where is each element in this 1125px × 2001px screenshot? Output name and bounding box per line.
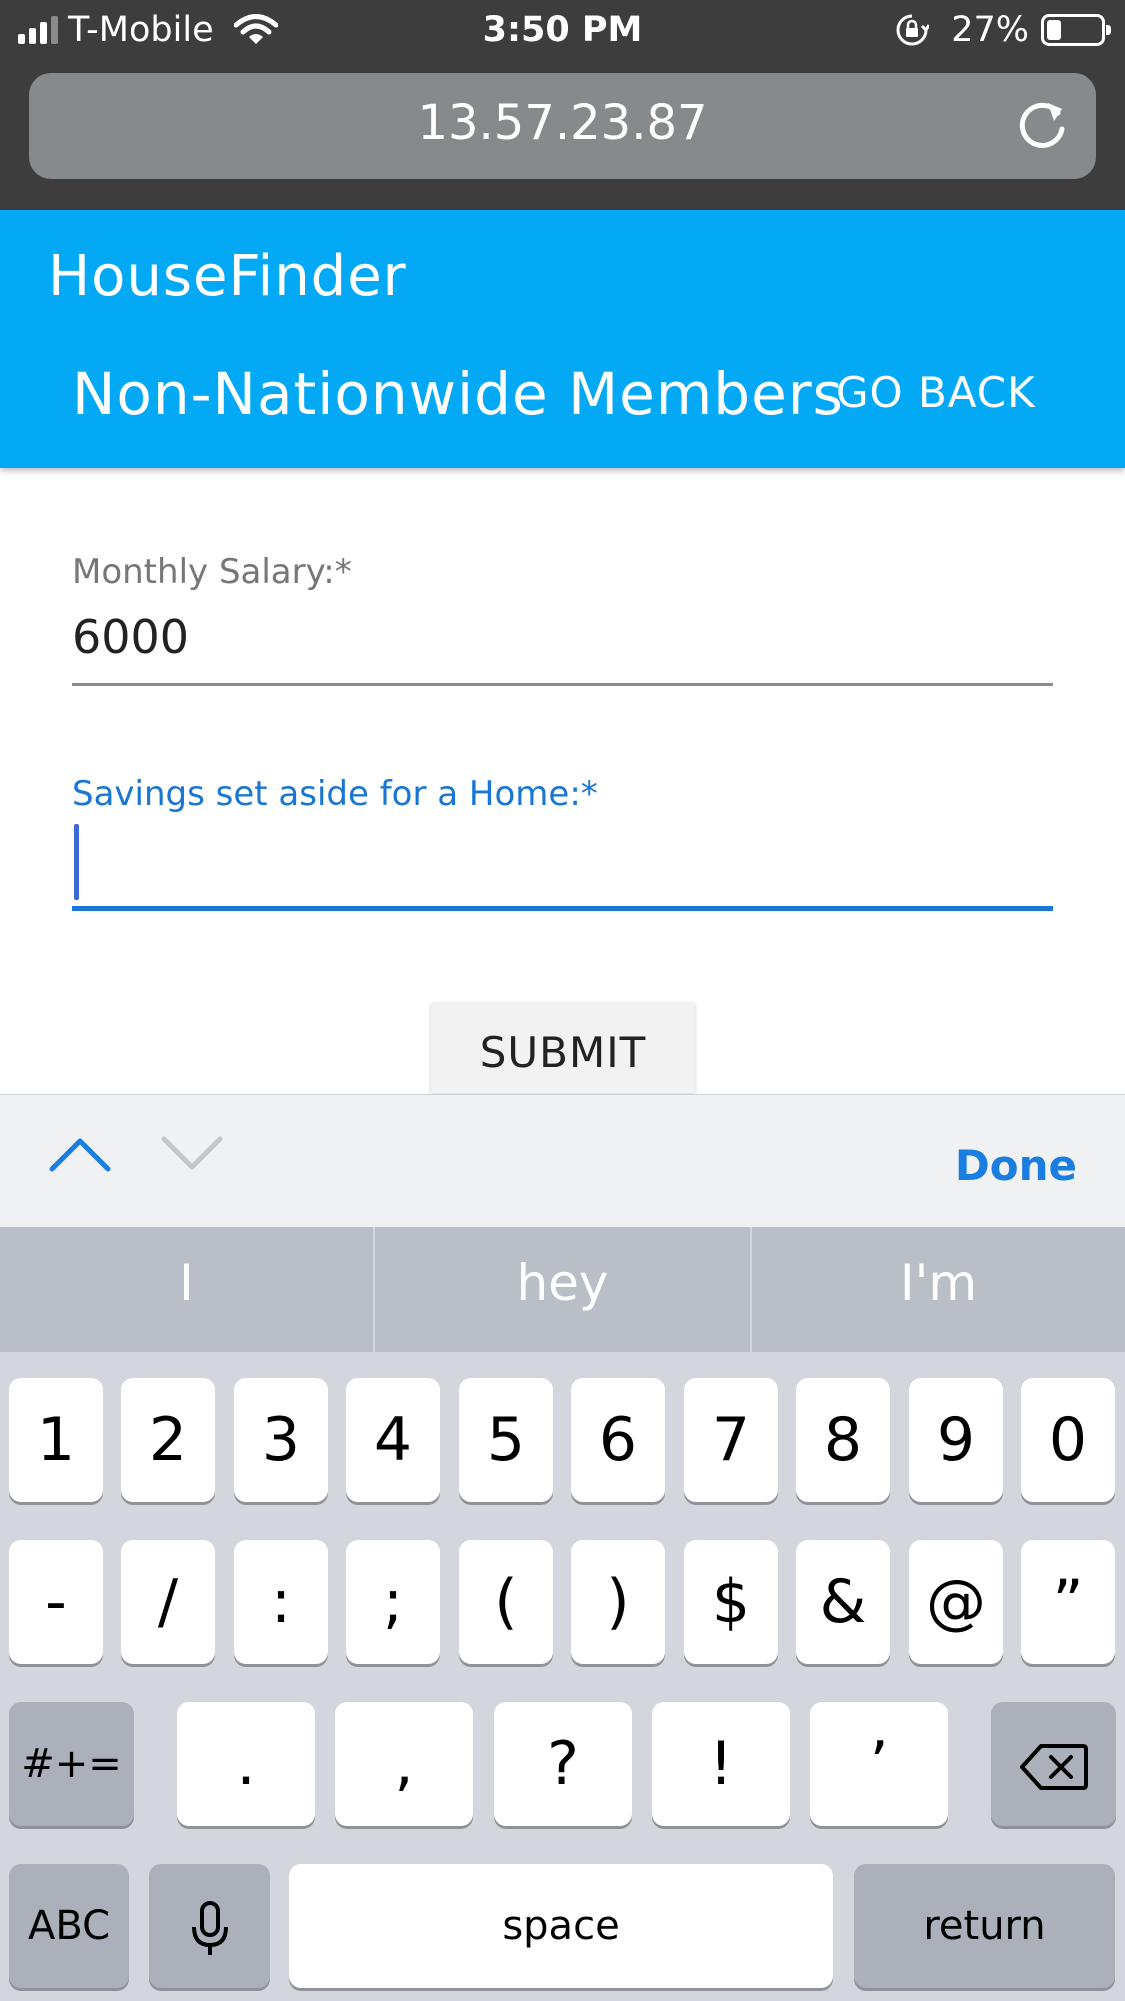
monthly-salary-label: Monthly Salary:* (72, 552, 352, 592)
key-4[interactable]: 4 (346, 1378, 440, 1502)
key-3[interactable]: 3 (234, 1378, 328, 1502)
suggestion-bar: I hey I'm (0, 1227, 1125, 1352)
page-title: Non-Nationwide Members (72, 360, 844, 428)
key-0[interactable]: 0 (1021, 1378, 1115, 1502)
key-quote[interactable]: ” (1021, 1540, 1115, 1664)
key-5[interactable]: 5 (459, 1378, 553, 1502)
symbols-toggle-key[interactable]: #+= (9, 1702, 134, 1826)
key-colon[interactable]: : (234, 1540, 328, 1664)
abc-key[interactable]: ABC (9, 1864, 129, 1988)
chevron-down-icon[interactable] (160, 1133, 224, 1173)
battery-percent: 27% (951, 10, 1029, 50)
chevron-up-icon[interactable] (48, 1133, 112, 1173)
status-bar: T-Mobile 3:50 PM 27% (0, 0, 1125, 64)
status-right: 27% (895, 10, 1111, 50)
app-bar: HouseFinder Non-Nationwide Members GO BA… (0, 210, 1125, 468)
backspace-icon (1019, 1744, 1088, 1791)
key-hyphen[interactable]: - (9, 1540, 103, 1664)
key-6[interactable]: 6 (571, 1378, 665, 1502)
reload-icon[interactable] (1014, 95, 1074, 155)
key-close-paren[interactable]: ) (571, 1540, 665, 1664)
key-question[interactable]: ? (494, 1702, 632, 1826)
done-button[interactable]: Done (955, 1141, 1077, 1190)
return-key[interactable]: return (854, 1864, 1115, 1988)
key-exclamation[interactable]: ! (652, 1702, 790, 1826)
key-apostrophe[interactable]: ’ (810, 1702, 948, 1826)
suggestion-item[interactable]: hey (375, 1227, 750, 1352)
submit-button[interactable]: SUBMIT (431, 1003, 695, 1093)
key-1[interactable]: 1 (9, 1378, 103, 1502)
dictation-key[interactable] (149, 1864, 270, 1988)
monthly-salary-input[interactable]: 6000 (72, 610, 1053, 664)
keyboard-accessory-bar: Done (0, 1094, 1125, 1227)
key-at[interactable]: @ (909, 1540, 1003, 1664)
suggestion-item[interactable]: I'm (752, 1227, 1125, 1352)
key-8[interactable]: 8 (796, 1378, 890, 1502)
monthly-salary-field[interactable]: Monthly Salary:* 6000 (72, 552, 1053, 686)
microphone-icon (191, 1901, 228, 1956)
delete-key[interactable] (991, 1702, 1116, 1826)
space-key[interactable]: space (289, 1864, 833, 1988)
savings-underline (72, 906, 1053, 911)
go-back-button[interactable]: GO BACK (836, 368, 1036, 417)
url-bar[interactable]: 13.57.23.87 (29, 73, 1096, 179)
key-9[interactable]: 9 (909, 1378, 1003, 1502)
savings-field[interactable]: Savings set aside for a Home:* (72, 774, 1053, 914)
key-comma[interactable]: , (335, 1702, 473, 1826)
key-7[interactable]: 7 (684, 1378, 778, 1502)
suggestion-item[interactable]: I (0, 1227, 373, 1352)
rotation-lock-icon (896, 14, 930, 46)
text-caret (74, 824, 79, 900)
key-slash[interactable]: / (121, 1540, 215, 1664)
key-open-paren[interactable]: ( (459, 1540, 553, 1664)
key-semicolon[interactable]: ; (346, 1540, 440, 1664)
key-period[interactable]: . (177, 1702, 315, 1826)
url-text: 13.57.23.87 (417, 95, 708, 151)
app-name: HouseFinder (48, 244, 407, 309)
monthly-salary-underline (72, 683, 1053, 686)
savings-label: Savings set aside for a Home:* (72, 774, 598, 814)
key-ampersand[interactable]: & (796, 1540, 890, 1664)
keyboard: I hey I'm 1 2 3 4 5 6 7 8 9 0 - / : ; ( … (0, 1227, 1125, 2001)
key-2[interactable]: 2 (121, 1378, 215, 1502)
browser-chrome: T-Mobile 3:50 PM 27% 13.57.23.87 (0, 0, 1125, 210)
battery-icon (1041, 14, 1111, 46)
key-dollar[interactable]: $ (684, 1540, 778, 1664)
